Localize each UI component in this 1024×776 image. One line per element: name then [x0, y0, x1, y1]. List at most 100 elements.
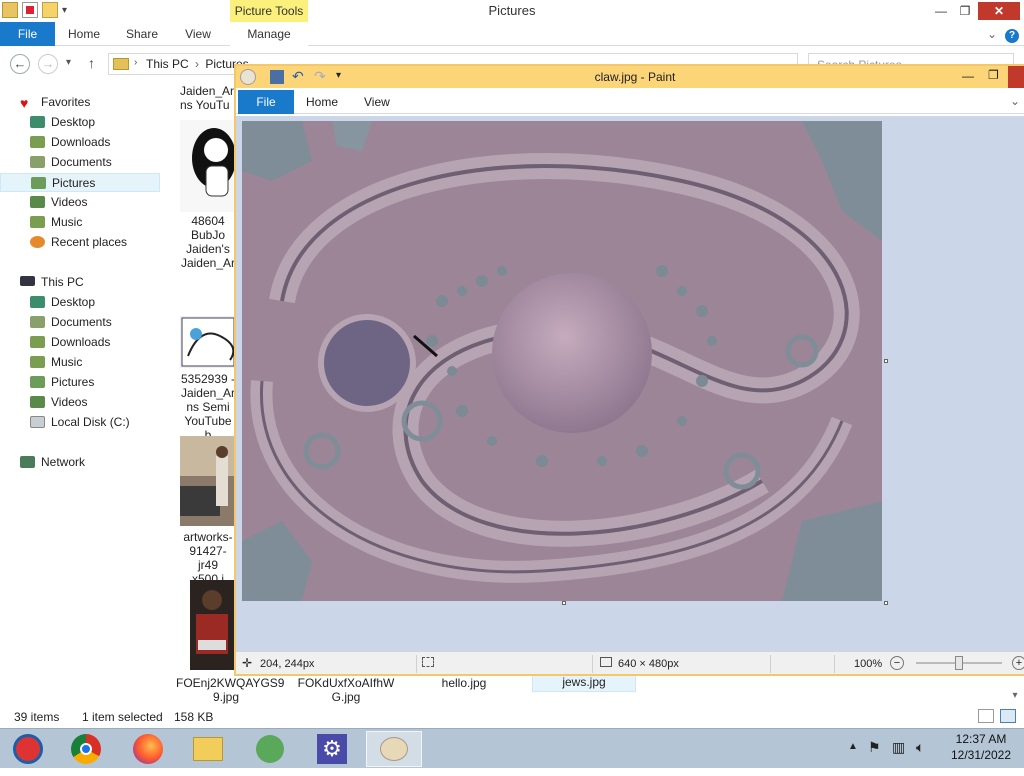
zoom-level: 100%	[854, 658, 883, 670]
computer-icon	[20, 276, 35, 286]
file-tile[interactable]: 5352939 - Jaiden_Ar ns Semi YouTube b	[180, 372, 236, 442]
nav-pc-music[interactable]: Music	[0, 353, 160, 372]
file-tile[interactable]: Jaiden_Ar ns YouTu	[180, 84, 240, 112]
file-explorer-icon[interactable]	[180, 731, 236, 767]
nav-pc-videos[interactable]: Videos	[0, 393, 160, 412]
clock-date: 12/31/2022	[950, 748, 1012, 762]
nav-favorites[interactable]: ♥ Favorites	[0, 93, 160, 112]
paint-titlebar: ↶ ↷ ▾ claw.jpg - Paint — ❐	[236, 66, 1024, 88]
maximize-button[interactable]: ❐	[952, 2, 978, 20]
tab-share[interactable]: Share	[120, 22, 164, 46]
hard-drive-icon	[30, 416, 45, 428]
image-thumbnail[interactable]	[180, 316, 236, 368]
back-button[interactable]: ←	[10, 54, 30, 74]
tab-view[interactable]: View	[178, 22, 218, 46]
pictures-icon	[30, 376, 45, 388]
item-count: 39 items	[14, 710, 60, 724]
tab-file[interactable]: File	[0, 22, 55, 46]
media-player-icon[interactable]	[0, 731, 56, 767]
canvas-area	[236, 116, 1024, 651]
minimize-button[interactable]: —	[928, 2, 954, 20]
minimize-button[interactable]: —	[962, 69, 974, 83]
nav-pc-local-disk[interactable]: Local Disk (C:)	[0, 413, 160, 432]
large-icons-view-icon[interactable]	[1000, 709, 1016, 723]
nav-fav-videos[interactable]: Videos	[0, 193, 160, 212]
firefox-icon[interactable]	[120, 731, 176, 767]
close-button[interactable]: ✕	[978, 2, 1020, 20]
claw-image-icon	[242, 121, 882, 601]
file-tile[interactable]: artworks- 91427-jr49 x500.j	[180, 530, 236, 586]
file-tile[interactable]: hello.jpg	[414, 676, 514, 690]
nav-fav-documents[interactable]: Documents	[0, 153, 160, 172]
breadcrumb-this-pc[interactable]: This PC	[146, 57, 189, 71]
forward-button[interactable]: →	[38, 54, 58, 74]
file-tile[interactable]: 48604 BubJo Jaiden's Jaiden_Ar	[180, 214, 236, 270]
navigation-pane: ♥ Favorites Desktop Downloads Documents …	[0, 88, 165, 698]
close-button[interactable]	[1008, 66, 1024, 88]
network-icon	[20, 456, 35, 468]
nav-fav-downloads[interactable]: Downloads	[0, 133, 160, 152]
resize-handle-corner[interactable]	[884, 601, 888, 605]
network-icon[interactable]: ▥	[892, 739, 905, 756]
tab-view[interactable]: View	[364, 95, 390, 109]
image-size-icon	[600, 657, 612, 667]
file-tile[interactable]: FOKdUxfXoAIfhW G.jpg	[296, 676, 396, 704]
maximize-button[interactable]: ❐	[988, 68, 999, 82]
ribbon-expand-icon[interactable]: ⌄	[984, 22, 1000, 46]
zoom-out-button[interactable]: −	[890, 656, 904, 670]
network-user-icon[interactable]	[242, 731, 298, 767]
ribbon-expand-icon[interactable]: ⌄	[1010, 94, 1020, 108]
paint-window-title: claw.jpg - Paint	[594, 70, 676, 84]
tab-home[interactable]: Home	[62, 22, 106, 46]
tab-home[interactable]: Home	[306, 95, 338, 109]
flag-icon[interactable]: ⚑	[868, 739, 881, 756]
image-thumbnail[interactable]	[190, 580, 234, 670]
file-tile-selected[interactable]: jews.jpg	[532, 674, 636, 692]
photo-thumbnail-icon	[196, 590, 228, 654]
documents-icon	[30, 156, 45, 168]
up-button[interactable]: ↑	[88, 55, 95, 71]
zoom-slider-thumb[interactable]	[955, 656, 963, 670]
status-divider	[834, 655, 835, 673]
zoom-in-button[interactable]: +	[1012, 656, 1024, 670]
settings-gear-icon[interactable]: ⚙	[304, 731, 360, 767]
nav-pc-pictures[interactable]: Pictures	[0, 373, 160, 392]
nav-fav-desktop[interactable]: Desktop	[0, 113, 160, 132]
paint-palette-icon[interactable]	[366, 731, 422, 767]
nav-pc-documents[interactable]: Documents	[0, 313, 160, 332]
file-tile[interactable]: FOEnj2KWQAYGS9 9.jpg	[176, 676, 284, 704]
selection-size-icon	[422, 657, 434, 667]
scroll-down-icon[interactable]: ▾	[1008, 690, 1022, 704]
canvas[interactable]	[242, 121, 882, 601]
clock[interactable]: 12:37 AM 12/31/2022	[942, 731, 1020, 763]
chrome-icon[interactable]	[58, 731, 114, 767]
image-thumbnail[interactable]	[180, 120, 236, 212]
nav-fav-pictures[interactable]: Pictures	[0, 173, 160, 192]
desktop-icon	[30, 296, 45, 308]
tab-file[interactable]: File	[238, 90, 294, 114]
details-view-icon[interactable]	[978, 709, 994, 723]
folder-icon	[113, 58, 129, 70]
help-icon[interactable]: ?	[1004, 22, 1020, 46]
chevron-right-icon: ›	[195, 57, 200, 71]
downloads-icon	[30, 336, 45, 348]
documents-icon	[30, 316, 45, 328]
heart-icon: ♥	[20, 95, 29, 111]
recent-locations-icon[interactable]: ▾	[66, 57, 71, 68]
show-hidden-icons-icon[interactable]: ▲	[848, 741, 858, 752]
tab-manage[interactable]: Manage	[230, 22, 308, 46]
nav-network[interactable]: Network	[0, 453, 160, 472]
volume-icon[interactable]: 🔈︎	[916, 739, 924, 756]
desktop-icon	[30, 116, 45, 128]
nav-pc-downloads[interactable]: Downloads	[0, 333, 160, 352]
status-divider	[416, 655, 417, 673]
nav-pc-desktop[interactable]: Desktop	[0, 293, 160, 312]
nav-this-pc[interactable]: This PC	[0, 273, 160, 292]
image-dimensions: 640 × 480px	[618, 658, 679, 670]
resize-handle-bottom[interactable]	[562, 601, 566, 605]
nav-fav-music[interactable]: Music	[0, 213, 160, 232]
resize-handle-right[interactable]	[884, 359, 888, 363]
nav-fav-recent-places[interactable]: Recent places	[0, 233, 160, 252]
paint-ribbon-tabs: File Home View ⌄	[236, 90, 1024, 114]
image-thumbnail[interactable]	[180, 436, 236, 526]
